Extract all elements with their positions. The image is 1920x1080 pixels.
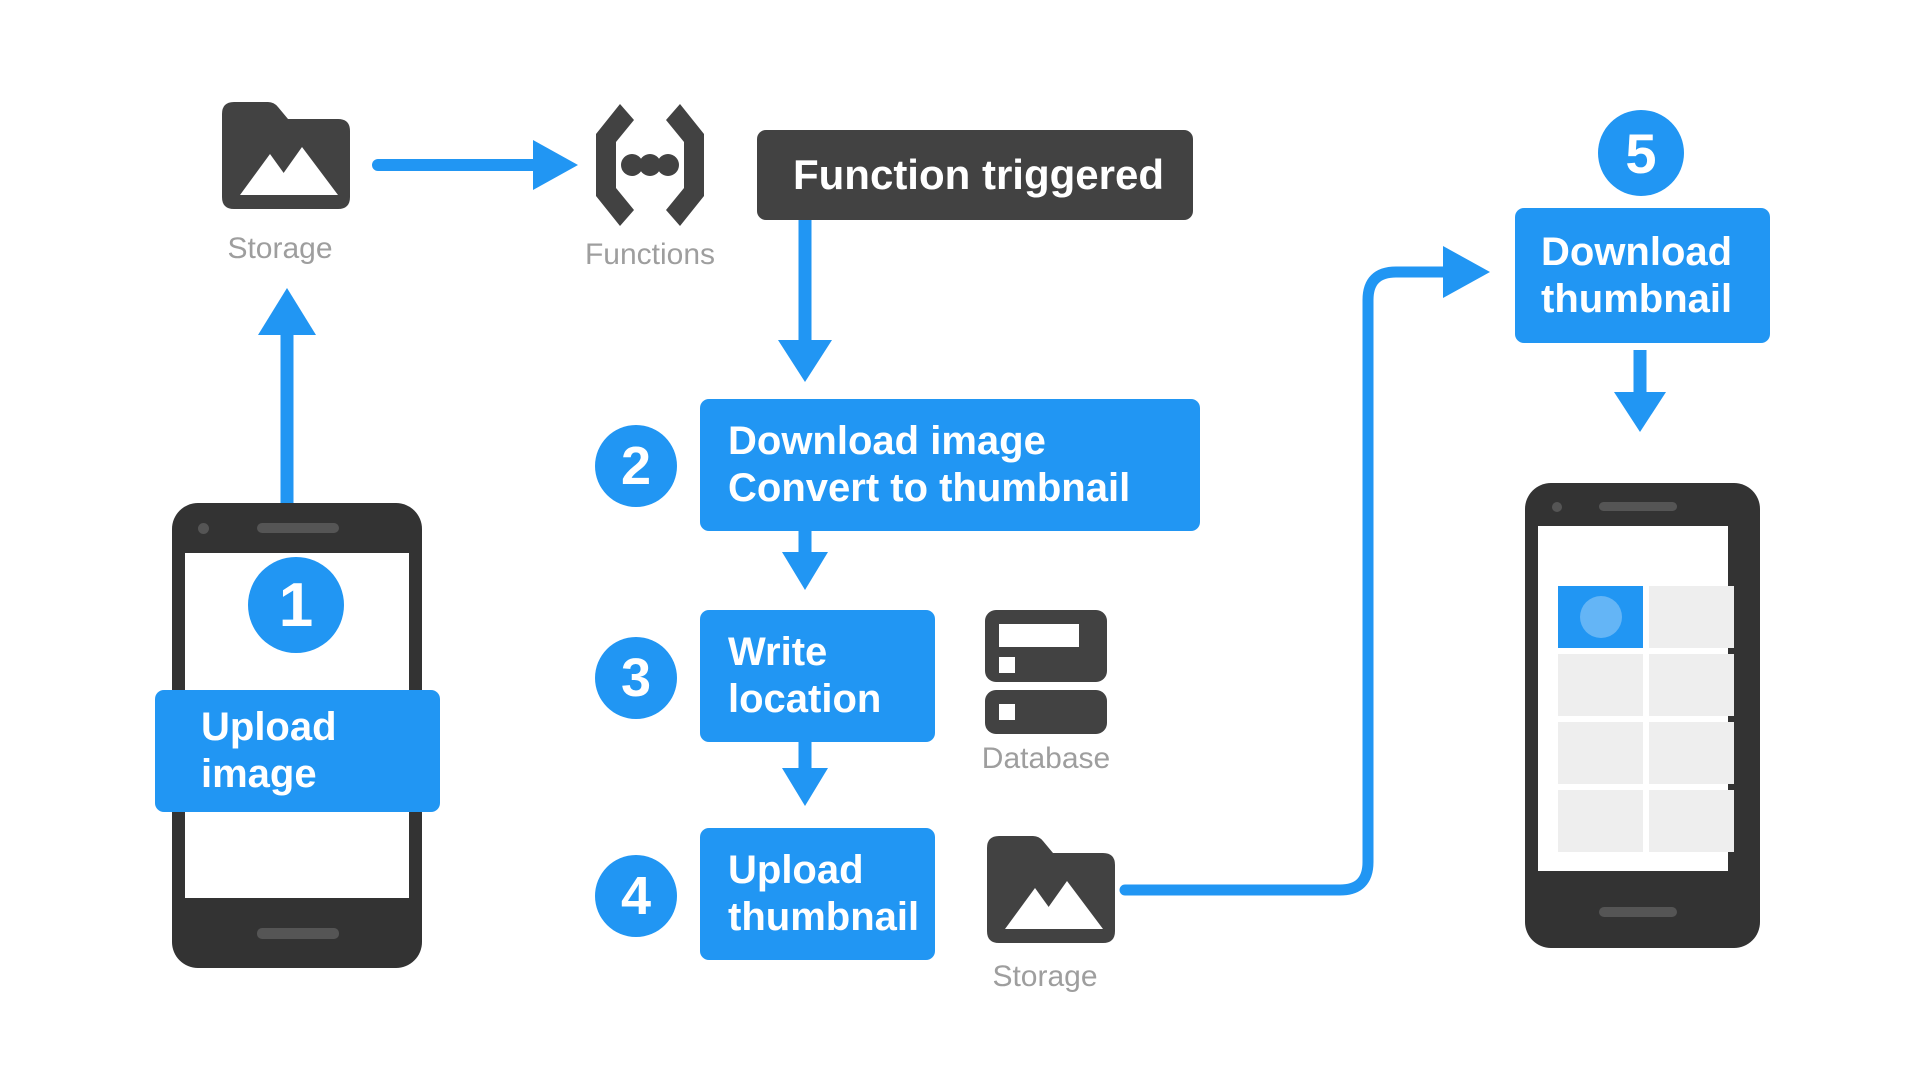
step-5-label-line-1: Download: [1541, 229, 1733, 274]
diagram-canvas: Storage Functions Database Storage 1 Upl…: [0, 0, 1920, 1080]
step3-to-step4-arrow: [782, 740, 828, 806]
step-badge-3-number: 3: [620, 648, 652, 708]
step-3-label-line-1: Write: [728, 630, 828, 675]
step-3-label-line-2: location: [728, 677, 882, 721]
step2-to-step3-arrow: [782, 528, 828, 590]
step-3-box-write-location[interactable]: Write location: [700, 610, 935, 742]
trigger-to-step2-arrow: [778, 218, 832, 382]
step-5-box-download-thumbnail[interactable]: Download thumbnail: [1515, 208, 1770, 343]
thumbnail-cell[interactable]: [1649, 790, 1734, 852]
database-caption: Database: [981, 742, 1111, 775]
storage-to-download-thumbnail-arrow: [1119, 246, 1490, 896]
phone-screen: [1538, 526, 1734, 871]
step-badge-2: 2: [595, 425, 677, 507]
step-4-label-line-2: thumbnail: [728, 895, 920, 939]
storage-to-functions-arrow: [372, 140, 578, 190]
database-server-icon: [985, 610, 1107, 734]
step-badge-1: 1: [248, 557, 344, 653]
step-badge-3: 3: [595, 637, 677, 719]
step-badge-1-number: 1: [278, 570, 314, 640]
thumbnail-cell[interactable]: [1558, 790, 1643, 852]
step-4-box-upload-thumbnail[interactable]: Upload thumbnail: [700, 828, 935, 960]
phone-camera-dot: [198, 523, 209, 534]
step-4-label-line-1: Upload: [728, 848, 864, 893]
thumbnail-cell[interactable]: [1558, 722, 1643, 784]
thumbnail-cell[interactable]: [1649, 586, 1734, 648]
functions-caption: Functions: [584, 238, 716, 271]
android-phone-gallery[interactable]: [1525, 483, 1760, 948]
function-triggered-label: Function triggered: [793, 151, 1164, 198]
step-badge-4-number: 4: [620, 866, 652, 926]
step-badge-4: 4: [595, 855, 677, 937]
storage-folder-icon-top: [222, 102, 350, 209]
step-5-label-line-2: thumbnail: [1541, 276, 1733, 321]
step-2-box-download-convert[interactable]: Download image Convert to thumbnail: [700, 399, 1200, 531]
step-badge-2-number: 2: [620, 436, 652, 496]
step-1-label-line-1: Upload: [201, 705, 337, 750]
storage-folder-icon-bottom: [987, 836, 1115, 943]
step-2-label-line-2: Convert to thumbnail: [728, 466, 1131, 510]
phone-home-bar: [1599, 907, 1677, 917]
download-thumbnail-to-phone-arrow: [1614, 350, 1666, 432]
step-badge-5: 5: [1598, 110, 1684, 196]
step-badge-5-number: 5: [1625, 121, 1657, 185]
thumbnail-image-placeholder: [1580, 596, 1622, 638]
storage-caption-bottom: Storage: [992, 960, 1098, 993]
functions-brackets-icon: [596, 104, 704, 226]
phone-camera-dot: [1552, 502, 1562, 512]
thumbnail-cell[interactable]: [1649, 722, 1734, 784]
phone-speaker-bar: [257, 523, 339, 533]
phone-speaker-bar: [1599, 502, 1677, 511]
step-1-box-upload-image[interactable]: Upload image: [155, 690, 440, 812]
thumbnail-cell[interactable]: [1558, 654, 1643, 716]
thumbnail-cell-active[interactable]: [1558, 586, 1643, 648]
thumbnail-cell[interactable]: [1649, 654, 1734, 716]
function-triggered-box: Function triggered: [757, 130, 1193, 220]
phone-to-storage-arrow: [258, 288, 316, 537]
phone-home-bar: [257, 928, 339, 939]
step-1-label-line-2: image: [201, 752, 317, 796]
storage-caption-top: Storage: [227, 232, 333, 265]
step-2-label-line-1: Download image: [728, 419, 1046, 464]
